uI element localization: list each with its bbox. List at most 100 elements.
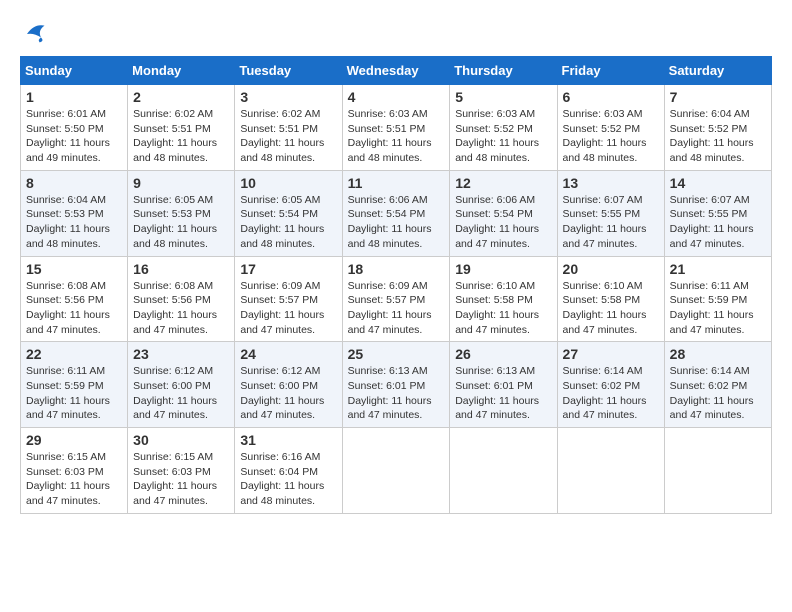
day-detail: Sunrise: 6:12 AMSunset: 6:00 PMDaylight:…	[240, 365, 324, 421]
calendar-header-thursday: Thursday	[450, 57, 557, 85]
calendar-day-7: 7 Sunrise: 6:04 AMSunset: 5:52 PMDayligh…	[664, 85, 771, 171]
day-detail: Sunrise: 6:07 AMSunset: 5:55 PMDaylight:…	[670, 194, 754, 250]
calendar-header-monday: Monday	[128, 57, 235, 85]
day-detail: Sunrise: 6:06 AMSunset: 5:54 PMDaylight:…	[455, 194, 539, 250]
day-detail: Sunrise: 6:15 AMSunset: 6:03 PMDaylight:…	[26, 451, 110, 507]
calendar-week-2: 8 Sunrise: 6:04 AMSunset: 5:53 PMDayligh…	[21, 170, 772, 256]
calendar-day-25: 25 Sunrise: 6:13 AMSunset: 6:01 PMDaylig…	[342, 342, 450, 428]
day-number: 3	[240, 89, 336, 105]
calendar-day-27: 27 Sunrise: 6:14 AMSunset: 6:02 PMDaylig…	[557, 342, 664, 428]
page-header	[20, 20, 772, 48]
day-detail: Sunrise: 6:05 AMSunset: 5:53 PMDaylight:…	[133, 194, 217, 250]
calendar-day-12: 12 Sunrise: 6:06 AMSunset: 5:54 PMDaylig…	[450, 170, 557, 256]
calendar-day-29: 29 Sunrise: 6:15 AMSunset: 6:03 PMDaylig…	[21, 428, 128, 514]
calendar-day-13: 13 Sunrise: 6:07 AMSunset: 5:55 PMDaylig…	[557, 170, 664, 256]
day-number: 23	[133, 346, 229, 362]
day-number: 6	[563, 89, 659, 105]
day-number: 20	[563, 261, 659, 277]
calendar-week-3: 15 Sunrise: 6:08 AMSunset: 5:56 PMDaylig…	[21, 256, 772, 342]
day-detail: Sunrise: 6:10 AMSunset: 5:58 PMDaylight:…	[455, 280, 539, 336]
day-number: 17	[240, 261, 336, 277]
day-number: 24	[240, 346, 336, 362]
calendar-day-11: 11 Sunrise: 6:06 AMSunset: 5:54 PMDaylig…	[342, 170, 450, 256]
day-number: 18	[348, 261, 445, 277]
day-number: 2	[133, 89, 229, 105]
calendar-header-friday: Friday	[557, 57, 664, 85]
day-number: 15	[26, 261, 122, 277]
day-number: 10	[240, 175, 336, 191]
calendar-day-17: 17 Sunrise: 6:09 AMSunset: 5:57 PMDaylig…	[235, 256, 342, 342]
calendar-day-28: 28 Sunrise: 6:14 AMSunset: 6:02 PMDaylig…	[664, 342, 771, 428]
day-number: 22	[26, 346, 122, 362]
day-number: 9	[133, 175, 229, 191]
calendar-body: 1 Sunrise: 6:01 AMSunset: 5:50 PMDayligh…	[21, 85, 772, 514]
day-detail: Sunrise: 6:03 AMSunset: 5:52 PMDaylight:…	[563, 108, 647, 164]
calendar-day-10: 10 Sunrise: 6:05 AMSunset: 5:54 PMDaylig…	[235, 170, 342, 256]
day-detail: Sunrise: 6:08 AMSunset: 5:56 PMDaylight:…	[133, 280, 217, 336]
calendar-day-9: 9 Sunrise: 6:05 AMSunset: 5:53 PMDayligh…	[128, 170, 235, 256]
day-detail: Sunrise: 6:09 AMSunset: 5:57 PMDaylight:…	[240, 280, 324, 336]
day-detail: Sunrise: 6:13 AMSunset: 6:01 PMDaylight:…	[348, 365, 432, 421]
calendar-day-8: 8 Sunrise: 6:04 AMSunset: 5:53 PMDayligh…	[21, 170, 128, 256]
day-detail: Sunrise: 6:12 AMSunset: 6:00 PMDaylight:…	[133, 365, 217, 421]
day-number: 7	[670, 89, 766, 105]
day-detail: Sunrise: 6:07 AMSunset: 5:55 PMDaylight:…	[563, 194, 647, 250]
day-detail: Sunrise: 6:04 AMSunset: 5:52 PMDaylight:…	[670, 108, 754, 164]
logo	[20, 20, 52, 48]
calendar-header-row: SundayMondayTuesdayWednesdayThursdayFrid…	[21, 57, 772, 85]
calendar-day-23: 23 Sunrise: 6:12 AMSunset: 6:00 PMDaylig…	[128, 342, 235, 428]
calendar-day-24: 24 Sunrise: 6:12 AMSunset: 6:00 PMDaylig…	[235, 342, 342, 428]
calendar-day-3: 3 Sunrise: 6:02 AMSunset: 5:51 PMDayligh…	[235, 85, 342, 171]
day-number: 30	[133, 432, 229, 448]
day-detail: Sunrise: 6:09 AMSunset: 5:57 PMDaylight:…	[348, 280, 432, 336]
day-number: 26	[455, 346, 551, 362]
day-number: 1	[26, 89, 122, 105]
day-number: 4	[348, 89, 445, 105]
day-detail: Sunrise: 6:08 AMSunset: 5:56 PMDaylight:…	[26, 280, 110, 336]
calendar-day-14: 14 Sunrise: 6:07 AMSunset: 5:55 PMDaylig…	[664, 170, 771, 256]
calendar-day-15: 15 Sunrise: 6:08 AMSunset: 5:56 PMDaylig…	[21, 256, 128, 342]
calendar-day-19: 19 Sunrise: 6:10 AMSunset: 5:58 PMDaylig…	[450, 256, 557, 342]
day-number: 25	[348, 346, 445, 362]
day-number: 31	[240, 432, 336, 448]
calendar-day-6: 6 Sunrise: 6:03 AMSunset: 5:52 PMDayligh…	[557, 85, 664, 171]
empty-cell	[664, 428, 771, 514]
day-number: 16	[133, 261, 229, 277]
calendar-header-wednesday: Wednesday	[342, 57, 450, 85]
day-number: 11	[348, 175, 445, 191]
calendar-table: SundayMondayTuesdayWednesdayThursdayFrid…	[20, 56, 772, 514]
calendar-day-5: 5 Sunrise: 6:03 AMSunset: 5:52 PMDayligh…	[450, 85, 557, 171]
day-detail: Sunrise: 6:02 AMSunset: 5:51 PMDaylight:…	[240, 108, 324, 164]
day-detail: Sunrise: 6:03 AMSunset: 5:52 PMDaylight:…	[455, 108, 539, 164]
calendar-week-1: 1 Sunrise: 6:01 AMSunset: 5:50 PMDayligh…	[21, 85, 772, 171]
empty-cell	[342, 428, 450, 514]
day-number: 5	[455, 89, 551, 105]
calendar-day-31: 31 Sunrise: 6:16 AMSunset: 6:04 PMDaylig…	[235, 428, 342, 514]
calendar-day-2: 2 Sunrise: 6:02 AMSunset: 5:51 PMDayligh…	[128, 85, 235, 171]
day-detail: Sunrise: 6:15 AMSunset: 6:03 PMDaylight:…	[133, 451, 217, 507]
day-detail: Sunrise: 6:02 AMSunset: 5:51 PMDaylight:…	[133, 108, 217, 164]
day-detail: Sunrise: 6:11 AMSunset: 5:59 PMDaylight:…	[670, 280, 754, 336]
calendar-day-20: 20 Sunrise: 6:10 AMSunset: 5:58 PMDaylig…	[557, 256, 664, 342]
calendar-day-16: 16 Sunrise: 6:08 AMSunset: 5:56 PMDaylig…	[128, 256, 235, 342]
calendar-header-tuesday: Tuesday	[235, 57, 342, 85]
day-number: 14	[670, 175, 766, 191]
day-number: 27	[563, 346, 659, 362]
day-detail: Sunrise: 6:10 AMSunset: 5:58 PMDaylight:…	[563, 280, 647, 336]
day-number: 29	[26, 432, 122, 448]
logo-icon	[20, 20, 48, 48]
empty-cell	[450, 428, 557, 514]
day-number: 13	[563, 175, 659, 191]
day-number: 21	[670, 261, 766, 277]
calendar-day-18: 18 Sunrise: 6:09 AMSunset: 5:57 PMDaylig…	[342, 256, 450, 342]
day-detail: Sunrise: 6:16 AMSunset: 6:04 PMDaylight:…	[240, 451, 324, 507]
day-number: 28	[670, 346, 766, 362]
day-detail: Sunrise: 6:14 AMSunset: 6:02 PMDaylight:…	[563, 365, 647, 421]
day-detail: Sunrise: 6:06 AMSunset: 5:54 PMDaylight:…	[348, 194, 432, 250]
day-number: 8	[26, 175, 122, 191]
empty-cell	[557, 428, 664, 514]
day-number: 19	[455, 261, 551, 277]
day-detail: Sunrise: 6:03 AMSunset: 5:51 PMDaylight:…	[348, 108, 432, 164]
day-detail: Sunrise: 6:11 AMSunset: 5:59 PMDaylight:…	[26, 365, 110, 421]
day-detail: Sunrise: 6:05 AMSunset: 5:54 PMDaylight:…	[240, 194, 324, 250]
